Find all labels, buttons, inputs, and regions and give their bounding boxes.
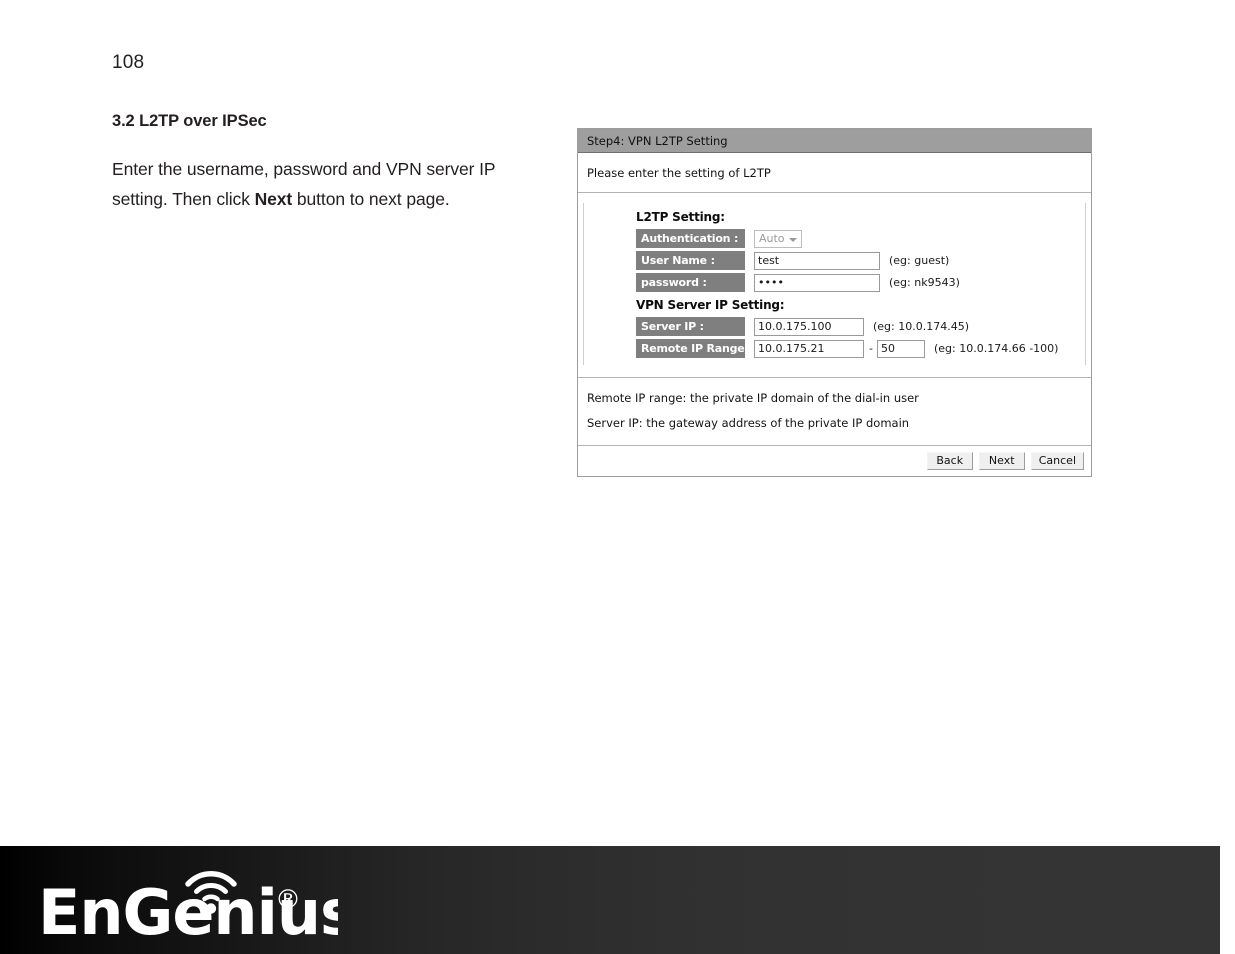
form-row-password: password : (eg: nk9543)	[636, 273, 1085, 292]
engenius-logo-svg: EnGenius ®	[38, 871, 338, 938]
note-server-ip: Server IP: the gateway address of the pr…	[587, 416, 910, 430]
section-heading: 3.2 L2TP over IPSec	[112, 112, 267, 130]
note-remote-ip-range: Remote IP range: the private IP domain o…	[587, 391, 919, 405]
server-ip-input[interactable]	[754, 317, 864, 336]
hint-server-ip: (eg: 10.0.174.45)	[873, 320, 970, 333]
engenius-logo: EnGenius ®	[38, 860, 338, 938]
hint-remote-ip-range: (eg: 10.0.174.66 -100)	[933, 342, 1059, 355]
label-server-ip: Server IP :	[636, 317, 746, 336]
form-row-remote-ip-range: Remote IP Range : - (eg: 10.0.174.66 -10…	[636, 339, 1085, 358]
remote-ip-range-start-input[interactable]	[754, 339, 864, 358]
label-remote-ip-range: Remote IP Range :	[636, 339, 753, 358]
remote-ip-range-end-input[interactable]	[876, 339, 925, 358]
group-title-vpn-server-ip-setting: VPN Server IP Setting:	[636, 298, 785, 312]
dialog-form-inner-box: L2TP Setting: Authentication : Auto User…	[583, 203, 1086, 365]
body-paragraph: Enter the username, password and VPN ser…	[112, 154, 532, 214]
document-text-column: 3.2 L2TP over IPSec Enter the username, …	[112, 112, 532, 214]
hint-user-name: (eg: guest)	[889, 254, 950, 267]
chevron-down-icon	[789, 237, 797, 242]
user-name-input[interactable]	[754, 251, 880, 270]
paragraph-text-part2: button to next page.	[292, 189, 450, 209]
range-separator: -	[869, 342, 873, 355]
cancel-button[interactable]: Cancel	[1030, 452, 1084, 470]
authentication-select-value: Auto	[759, 232, 785, 245]
vpn-l2tp-wizard-dialog: Step4: VPN L2TP Setting Please enter the…	[577, 128, 1092, 477]
dialog-titlebar: Step4: VPN L2TP Setting	[578, 129, 1091, 153]
dialog-button-bar: Back Next Cancel	[578, 446, 1091, 476]
group-title-l2tp-setting: L2TP Setting:	[636, 210, 725, 224]
next-button[interactable]: Next	[978, 452, 1025, 470]
form-row-authentication: Authentication : Auto	[636, 229, 1085, 248]
dialog-form-region: L2TP Setting: Authentication : Auto User…	[578, 193, 1091, 378]
label-password: password :	[636, 273, 746, 292]
form-row-username: User Name : (eg: guest)	[636, 251, 1085, 270]
registered-trademark-mark: ®	[275, 885, 301, 915]
dialog-notes-region: Remote IP range: the private IP domain o…	[578, 378, 1091, 446]
hint-password: (eg: nk9543)	[889, 276, 960, 289]
back-button[interactable]: Back	[926, 452, 973, 470]
form-row-server-ip: Server IP : (eg: 10.0.174.45)	[636, 317, 1085, 336]
footer-brand-band: EnGenius ®	[0, 846, 1220, 954]
label-user-name: User Name :	[636, 251, 746, 270]
paragraph-bold-next: Next	[254, 189, 293, 209]
authentication-select[interactable]: Auto	[754, 229, 802, 248]
password-input[interactable]	[754, 273, 880, 292]
label-authentication: Authentication :	[636, 229, 746, 248]
dialog-instruction-text: Please enter the setting of L2TP	[578, 153, 1091, 193]
page-number: 108	[112, 52, 145, 73]
